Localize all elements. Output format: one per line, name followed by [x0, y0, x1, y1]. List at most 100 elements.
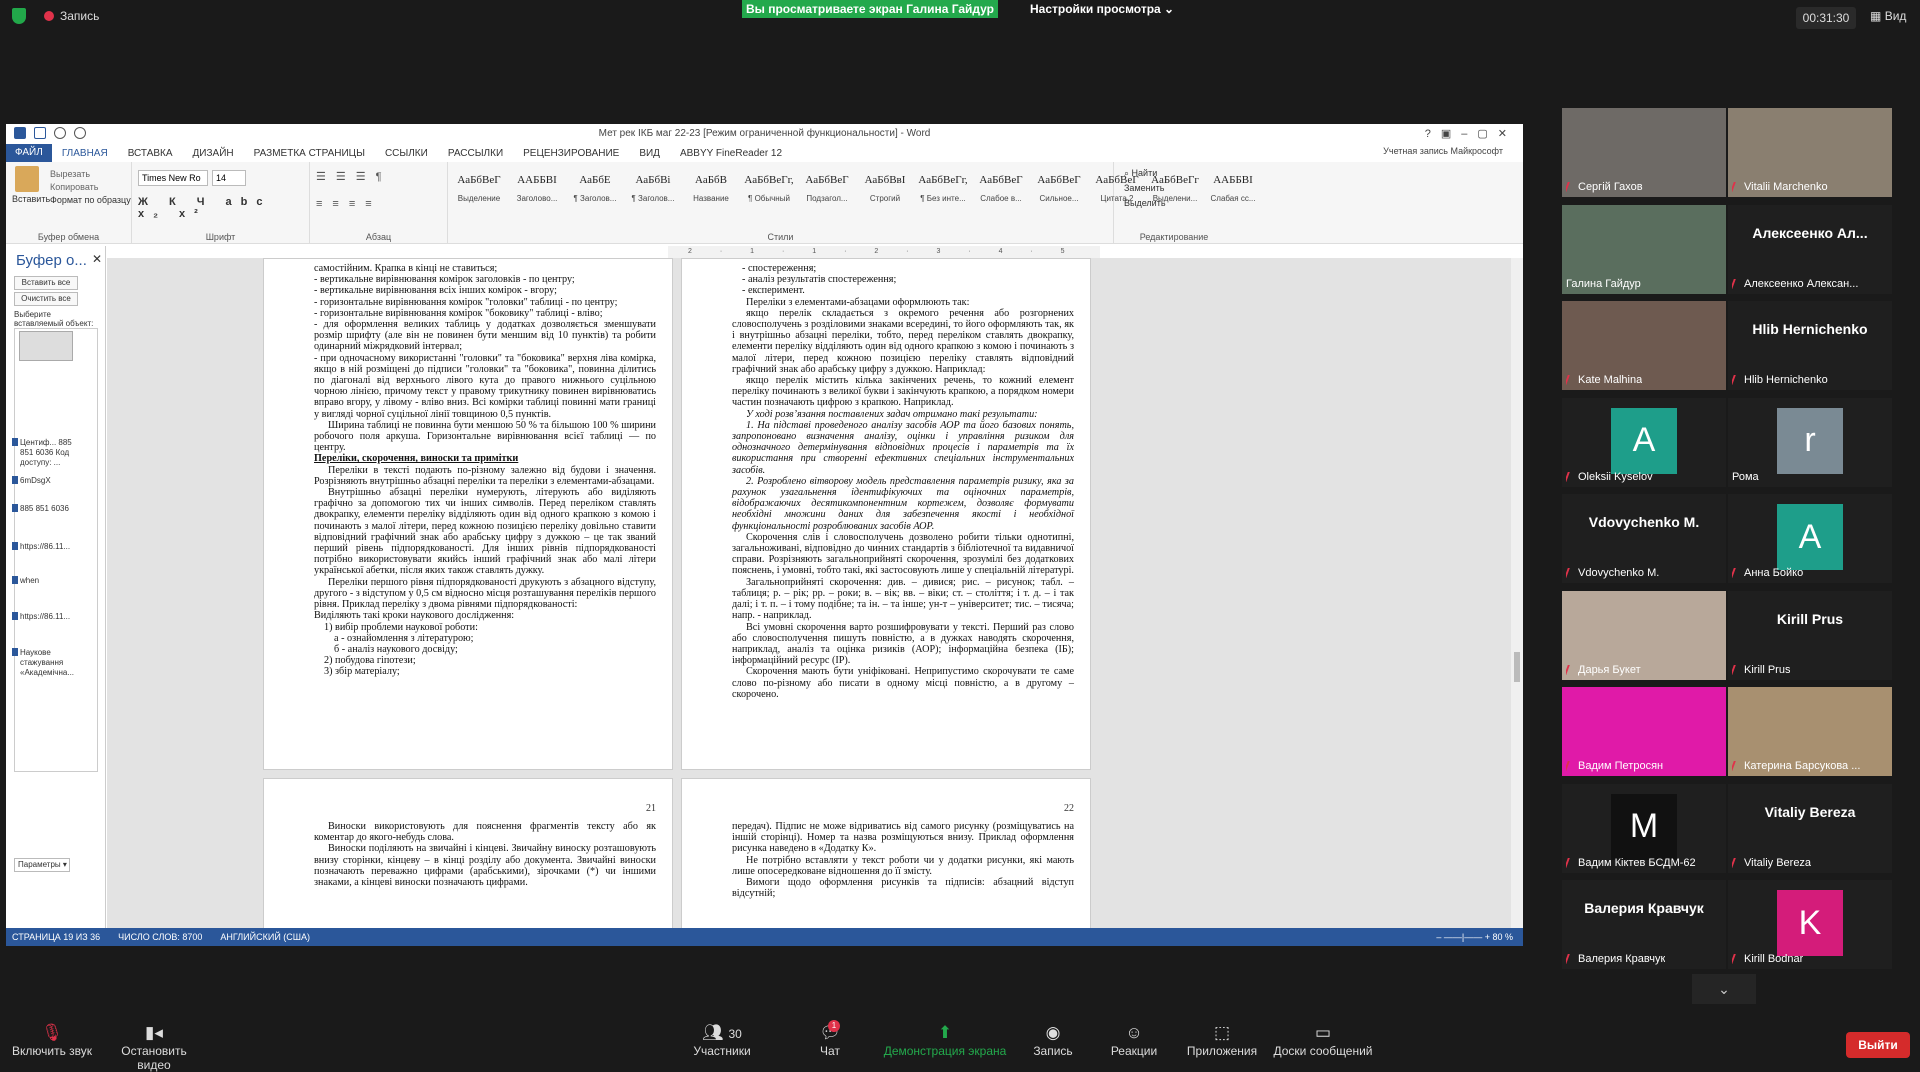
style-item[interactable]: АаБбВеГ Слабое в... [972, 166, 1030, 214]
reactions-button[interactable]: ☺ Реакции [1108, 1022, 1160, 1058]
style-item[interactable]: АаБбВвІ Строгий [856, 166, 914, 214]
shield-icon[interactable] [12, 8, 26, 24]
clipboard-thumbnail[interactable] [19, 331, 73, 361]
tab-home[interactable]: ГЛАВНАЯ [52, 148, 118, 159]
font-size-box[interactable]: 14 [212, 170, 246, 186]
whiteboards-button[interactable]: ▭ Доски сообщений [1270, 1022, 1376, 1058]
word-count[interactable]: ЧИСЛО СЛОВ: 8700 [118, 928, 202, 946]
apps-button[interactable]: ⬚ Приложения [1184, 1022, 1260, 1058]
recording-indicator[interactable]: Запись [44, 9, 99, 23]
participant-tile[interactable]: r Рома [1728, 397, 1892, 487]
zoom-level[interactable]: – ——|—— + 80 % [1436, 928, 1513, 946]
style-item[interactable]: АаБбВеГг, ¶ Без инте... [914, 166, 972, 214]
view-button[interactable]: ▦ Вид [1870, 9, 1906, 23]
participant-tile[interactable]: Галина Гайдур [1562, 204, 1726, 294]
style-item[interactable]: АаБбВеГ Выделение [450, 166, 508, 214]
clipboard-item[interactable]: https://86.11... [12, 542, 84, 552]
share-screen-button[interactable]: ⬆ Демонстрация экрана [880, 1022, 1010, 1058]
participants-button[interactable]: 👥︎ 30 Участники [690, 1022, 754, 1058]
account-label[interactable]: Учетная запись Майкрософт [1383, 146, 1503, 156]
record-button[interactable]: ◉ Запись [1030, 1022, 1076, 1058]
tab-view[interactable]: ВИД [629, 148, 670, 159]
close-icon[interactable]: ✕ [92, 252, 102, 266]
tab-mailings[interactable]: РАССЫЛКИ [438, 148, 513, 159]
align-buttons[interactable]: ≡≡≡≡ [316, 198, 382, 210]
scroll-thumb[interactable] [1514, 652, 1520, 682]
participant-name-label: Дарья Букет [1566, 664, 1641, 676]
page-21[interactable]: 21 Виноски використовують для пояснення ф… [263, 778, 673, 928]
chevron-down-icon[interactable]: ⌄ [1692, 974, 1756, 1004]
clipboard-item[interactable]: 885 851 6036 [12, 504, 84, 514]
participant-tile[interactable]: Валерия Кравчук Валерия Кравчук [1562, 880, 1726, 969]
participant-tile[interactable]: Kate Malhina [1562, 301, 1726, 390]
cut-button[interactable]: Вырезать [50, 169, 131, 179]
participant-tile[interactable]: Катерина Барсукова ... [1728, 687, 1892, 776]
paste-all-button[interactable]: Вставить все [14, 276, 78, 290]
tab-insert[interactable]: ВСТАВКА [118, 148, 183, 159]
participant-tile[interactable]: A Oleksii Kyselov [1562, 397, 1726, 487]
participant-tile[interactable]: Vitalii Marchenko [1728, 108, 1892, 197]
language-indicator[interactable]: АНГЛИЙСКИЙ (США) [220, 928, 310, 946]
participant-tile[interactable]: K Kirill Bodnar [1728, 880, 1892, 969]
paragraph: Скорочення мають бути уніфіковані. Непри… [732, 666, 1074, 700]
participant-name: Kirill Prus [1744, 663, 1791, 676]
tab-references[interactable]: ССЫЛКИ [375, 148, 438, 159]
vertical-scrollbar[interactable] [1511, 258, 1523, 928]
clipboard-item[interactable]: Наукове стажування «Академічна... [12, 648, 84, 678]
participant-tile[interactable]: Вадим Петросян [1562, 687, 1726, 776]
participant-tile[interactable]: Сергій Гахов [1562, 108, 1726, 197]
participant-name: Hlib Hernichenko [1744, 374, 1828, 386]
style-sample: АаБбВ [695, 174, 727, 186]
stop-video-button[interactable]: ▮◂ Остановить видео [106, 1022, 202, 1072]
style-item[interactable]: АаБбВеГ Сильное... [1030, 166, 1088, 214]
style-item[interactable]: АаБбВеГг, ¶ Обычный [740, 166, 798, 214]
page-20-right[interactable]: - спостереження; - аналіз результатів спо… [681, 258, 1091, 770]
paragraph-buttons[interactable]: ☰☰☰¶ [316, 170, 392, 183]
tab-abbyy[interactable]: ABBYY FineReader 12 [670, 148, 792, 159]
horizontal-ruler[interactable]: 2 · 1 · 1 · 2 · 3 · 4 · 5 · 6 · 7 · 8 · … [668, 246, 1100, 291]
clipboard-item[interactable]: Центиф... 885 851 6036 Код доступу: ... [12, 438, 84, 468]
clipboard-item[interactable]: when [12, 576, 84, 586]
view-settings-label: Настройки просмотра [1030, 2, 1161, 16]
participant-tile[interactable]: Vdovychenko M. Vdovychenko M. [1562, 494, 1726, 583]
leave-button[interactable]: Выйти [1846, 1032, 1910, 1058]
view-settings-dropdown[interactable]: Настройки просмотра ⌄ [1030, 0, 1174, 18]
style-item[interactable]: ААББВІ Заголово... [508, 166, 566, 214]
document-icon [12, 648, 18, 656]
page-count[interactable]: СТРАНИЦА 19 ИЗ 36 [12, 928, 100, 946]
replace-button[interactable]: Заменить [1124, 181, 1166, 196]
video-camera-icon: ▮◂ [145, 1023, 163, 1042]
participant-tile[interactable]: Дарья Букет [1562, 590, 1726, 680]
style-item[interactable]: АаБбВі ¶ Заголов... [624, 166, 682, 214]
zoom-slider[interactable]: – ——|—— + [1436, 932, 1492, 942]
page-19-left[interactable]: самостійним. Крапка в кінці не ставиться… [263, 258, 673, 770]
font-name-box[interactable]: Times New Ro [138, 170, 208, 186]
participant-tile[interactable]: Hlib Hernichenko Hlib Hernichenko [1728, 301, 1892, 390]
participant-tile[interactable]: M Вадим Кіктев БСДМ-62 [1562, 783, 1726, 873]
find-button[interactable]: ⌕ Найти [1124, 166, 1166, 181]
chat-button[interactable]: 💬︎ 1 Чат [810, 1020, 850, 1058]
participant-tile[interactable]: Vitaliy Bereza Vitaliy Bereza [1728, 783, 1892, 873]
participant-tile[interactable]: Kirill Prus Kirill Prus [1728, 590, 1892, 680]
tab-design[interactable]: ДИЗАЙН [183, 148, 244, 159]
tab-file[interactable]: ФАЙЛ [6, 144, 52, 162]
participant-tile[interactable]: Алексеенко Ал... Алексеенко Алексан... [1728, 204, 1892, 294]
clipboard-item[interactable]: https://86.11... [12, 612, 84, 622]
clipboard-item[interactable]: 6mDsgX [12, 476, 84, 486]
clear-all-button[interactable]: Очистить все [14, 292, 78, 306]
style-item[interactable]: АаБбЕ ¶ Заголов... [566, 166, 624, 214]
unmute-button[interactable]: 🎙︎ Включить звук [10, 1022, 94, 1058]
page-22[interactable]: 22 передач). Підпис не може відриватись в… [681, 778, 1091, 928]
font-format-buttons[interactable]: Ж К Ч abc x₂ x² [138, 196, 309, 220]
window-controls[interactable]: ?▣–▢✕ [1425, 127, 1517, 140]
participant-name-label: Алексеенко Алексан... [1732, 278, 1858, 290]
participant-tile[interactable]: A Анна Бойко [1728, 494, 1892, 583]
tab-layout[interactable]: РАЗМЕТКА СТРАНИЦЫ [244, 148, 375, 159]
style-item[interactable]: АаБбВеГ Подзагол... [798, 166, 856, 214]
style-item[interactable]: АаБбВ Название [682, 166, 740, 214]
options-dropdown[interactable]: Параметры ▾ [14, 858, 70, 872]
format-painter-button[interactable]: Формат по образцу [50, 195, 131, 205]
copy-button[interactable]: Копировать [50, 182, 131, 192]
select-button[interactable]: Выделить [1124, 196, 1166, 211]
tab-review[interactable]: РЕЦЕНЗИРОВАНИЕ [513, 148, 629, 159]
